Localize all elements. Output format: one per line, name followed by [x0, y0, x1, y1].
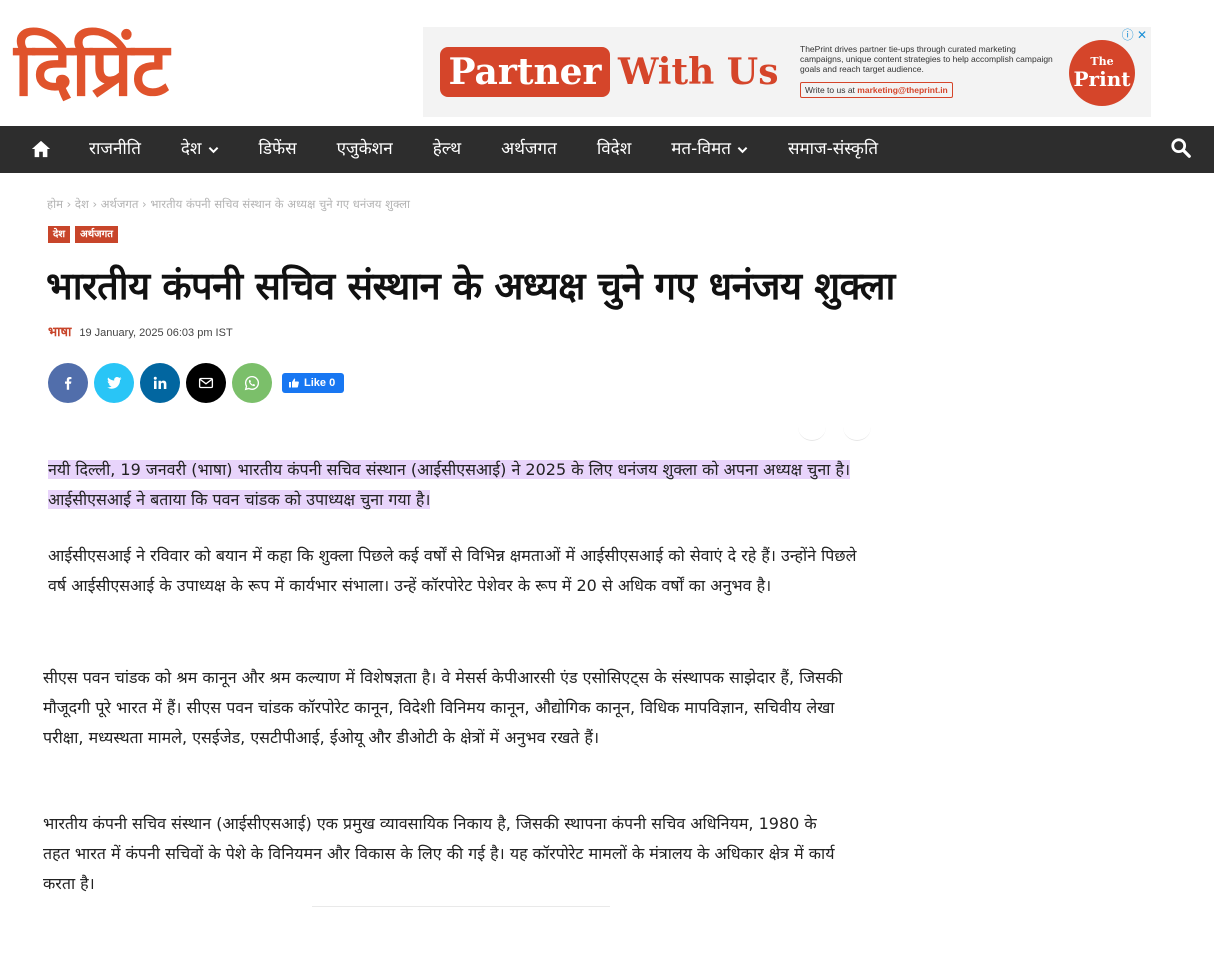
author-link[interactable]: भाषा: [48, 324, 71, 342]
ad-mail-address[interactable]: marketing@theprint.in: [857, 85, 947, 95]
faded-control: [843, 423, 871, 441]
category-tags: देश अर्थजगत: [48, 226, 118, 243]
ad-mail-box[interactable]: Write to us at marketing@theprint.in: [800, 82, 953, 98]
advertisement-banner[interactable]: Partner With Us ThePrint drives partner …: [423, 27, 1151, 117]
chevron-down-icon: [737, 146, 748, 153]
nav-item-label: देश: [180, 139, 202, 159]
ad-with-us-text: With Us: [618, 51, 779, 93]
ad-partner-text: Partner: [448, 51, 602, 93]
site-header: दिप्रिंट Partner With Us ThePrint drives…: [0, 0, 1214, 126]
nav-item-label: विदेश: [596, 139, 632, 159]
twitter-share-button[interactable]: [94, 363, 134, 403]
faded-control: [798, 423, 826, 441]
nav-item-label: डिफेंस: [258, 139, 297, 159]
nav-item-1[interactable]: देश: [161, 126, 239, 173]
nav-item-3[interactable]: एजुकेशन: [317, 126, 413, 173]
like-label: Like 0: [304, 377, 336, 389]
linkedin-icon: [153, 376, 167, 389]
article-title: भारतीय कंपनी सचिव संस्थान के अध्यक्ष चुन…: [46, 264, 895, 308]
nav-item-0[interactable]: राजनीति: [69, 126, 161, 173]
envelope-icon: [198, 377, 214, 389]
twitter-icon: [107, 377, 122, 389]
linkedin-share-button[interactable]: [140, 363, 180, 403]
ad-partner-pill: Partner: [440, 47, 610, 97]
divider: [312, 906, 610, 907]
nav-item-label: राजनीति: [89, 139, 141, 159]
nav-item-label: हेल्थ: [432, 139, 462, 159]
ad-description: ThePrint drives partner tie-ups through …: [800, 44, 1053, 74]
share-buttons: [48, 363, 272, 403]
chevron-down-icon: [208, 146, 218, 153]
main-navigation: राजनीति देश डिफेंस एजुकेशन हेल्थ अर्थजगत विदेश…: [0, 126, 1214, 173]
ad-close-icon[interactable]: ⓘ ✕: [1118, 27, 1151, 43]
nav-item-label: मत-विमत: [671, 139, 731, 159]
nav-item-8[interactable]: समाज-संस्कृति: [768, 126, 898, 173]
nav-item-7[interactable]: मत-विमत: [651, 126, 768, 173]
whatsapp-icon: [244, 375, 260, 391]
facebook-share-button[interactable]: [48, 363, 88, 403]
whatsapp-share-button[interactable]: [232, 363, 272, 403]
nav-item-4[interactable]: हेल्थ: [413, 126, 481, 173]
site-logo[interactable]: दिप्रिंट: [14, 22, 169, 118]
nav-item-2[interactable]: डिफेंस: [239, 126, 317, 173]
nav-menu: राजनीति देश डिफेंस एजुकेशन हेल्थ अर्थजगत विदेश…: [69, 126, 898, 173]
facebook-like-button[interactable]: Like 0: [282, 373, 345, 393]
ad-mail-prefix: Write to us at: [805, 85, 858, 95]
tag-desh[interactable]: देश: [48, 226, 71, 243]
search-icon[interactable]: [1170, 137, 1192, 159]
article-paragraph-2: आईसीएसआई ने रविवार को बयान में कहा कि शु…: [48, 546, 857, 595]
ad-theprint-badge: The Print: [1069, 40, 1135, 106]
thumbs-up-icon: [289, 378, 299, 388]
nav-item-6[interactable]: विदेश: [577, 126, 651, 173]
email-share-button[interactable]: [186, 363, 226, 403]
nav-item-label: अर्थजगत: [501, 139, 557, 159]
nav-item-label: समाज-संस्कृति: [787, 139, 879, 159]
byline: भाषा 19 January, 2025 06:03 pm IST: [48, 324, 233, 342]
article-paragraph-3: सीएस पवन चांडक को श्रम कानून और श्रम कल्…: [43, 668, 843, 747]
home-icon[interactable]: [30, 139, 52, 159]
article-paragraph-1: नयी दिल्ली, 19 जनवरी (भाषा) भारतीय कंपनी…: [48, 455, 878, 515]
ad-badge-line2: Print: [1073, 67, 1131, 91]
breadcrumb[interactable]: होम › देश › अर्थजगत › भारतीय कंपनी सचिव …: [47, 196, 410, 212]
tag-arthjagat[interactable]: अर्थजगत: [75, 226, 118, 243]
publish-date: 19 January, 2025 06:03 pm IST: [79, 327, 233, 339]
highlighted-text: नयी दिल्ली, 19 जनवरी (भाषा) भारतीय कंपनी…: [48, 460, 851, 509]
article-paragraph-4: भारतीय कंपनी सचिव संस्थान (आईसीएसआई) एक …: [43, 814, 835, 893]
facebook-icon: [65, 377, 72, 390]
nav-item-label: एजुकेशन: [336, 139, 393, 159]
nav-item-5[interactable]: अर्थजगत: [481, 126, 577, 173]
